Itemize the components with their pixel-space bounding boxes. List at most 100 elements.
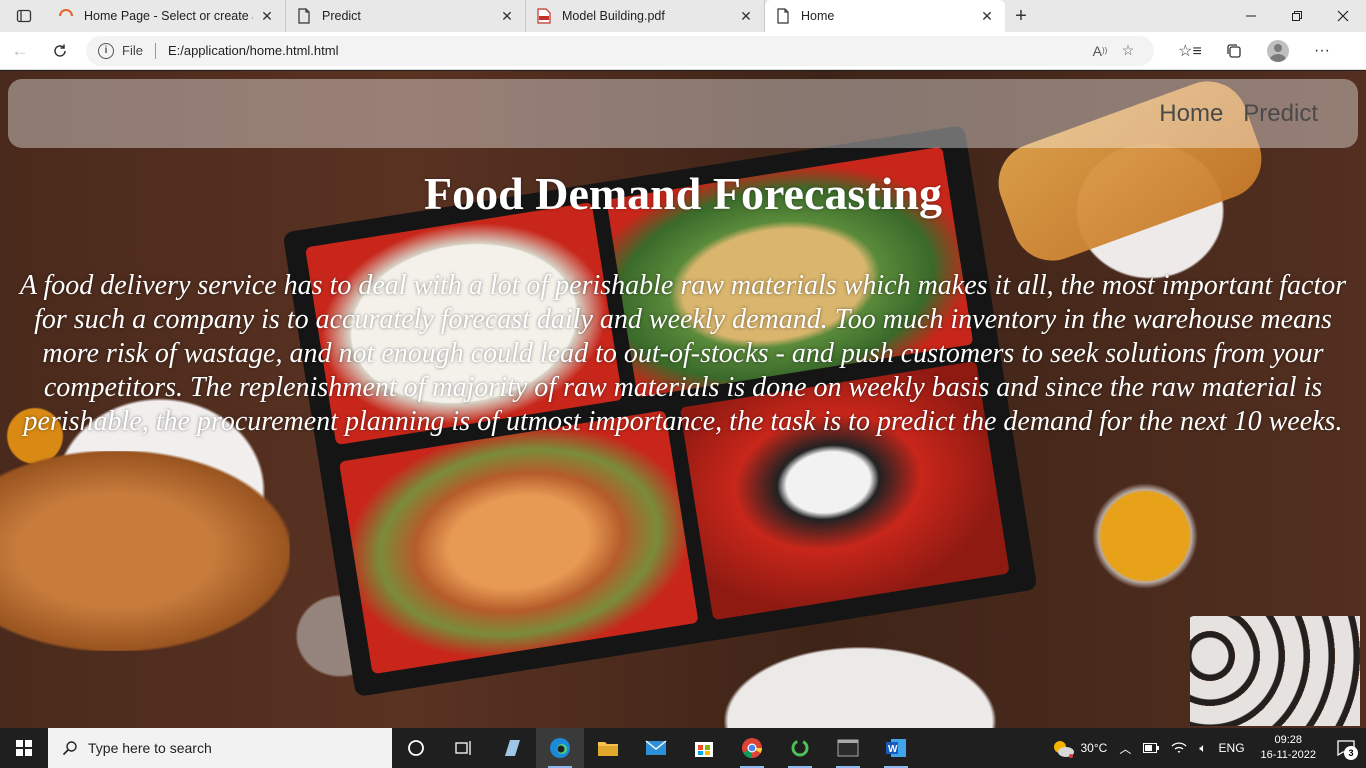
notes-app-icon bbox=[505, 740, 520, 756]
site-navbar: Home Predict bbox=[8, 79, 1358, 148]
search-placeholder: Type here to search bbox=[88, 740, 212, 756]
new-tab-button[interactable]: + bbox=[1005, 0, 1037, 32]
page-icon bbox=[775, 8, 791, 24]
tab-home[interactable]: Home ✕ bbox=[765, 0, 1005, 32]
collections-button[interactable] bbox=[1212, 32, 1256, 70]
tab-title: Model Building.pdf bbox=[562, 9, 665, 23]
store-icon bbox=[695, 742, 713, 757]
close-tab-icon[interactable]: ✕ bbox=[259, 8, 275, 24]
close-window-button[interactable] bbox=[1320, 0, 1366, 32]
scheme-label: File bbox=[122, 43, 143, 58]
input-language[interactable]: ENG bbox=[1213, 741, 1251, 755]
task-view-icon bbox=[455, 741, 471, 755]
taskbar-app-file-explorer[interactable] bbox=[584, 728, 632, 768]
chevron-up-icon: ︿ bbox=[1119, 741, 1132, 756]
profile-button[interactable] bbox=[1256, 32, 1300, 70]
cortana-icon bbox=[408, 740, 424, 756]
favorites-icon: ☆≡ bbox=[1178, 42, 1202, 60]
volume-indicator[interactable]: 🔈︎ bbox=[1193, 741, 1212, 756]
windows-taskbar: Type here to search W 30°C ︿ 🔈︎ ENG 09:2… bbox=[0, 728, 1366, 768]
close-icon bbox=[1337, 10, 1349, 22]
task-view-button[interactable] bbox=[440, 728, 488, 768]
wifi-icon bbox=[1171, 742, 1187, 753]
chrome-icon bbox=[742, 738, 763, 759]
system-tray: 30°C ︿ 🔈︎ ENG 09:28 16-11-2022 3 bbox=[1045, 728, 1366, 768]
refresh-button[interactable] bbox=[40, 32, 80, 70]
sushi-image bbox=[1190, 616, 1360, 726]
fried-chicken-image bbox=[0, 451, 290, 651]
taskbar-app-word[interactable]: W bbox=[872, 728, 920, 768]
close-tab-icon[interactable]: ✕ bbox=[738, 8, 754, 24]
browser-tab-bar: Home Page - Select or create a n ✕ Predi… bbox=[0, 0, 1366, 32]
tab-home-page[interactable]: Home Page - Select or create a n ✕ bbox=[48, 0, 286, 32]
mail-icon bbox=[645, 740, 667, 755]
settings-menu-button[interactable]: ··· bbox=[1300, 32, 1344, 70]
taskbar-app-refresh-tool[interactable] bbox=[776, 728, 824, 768]
search-icon bbox=[62, 741, 77, 756]
taskbar-search-box[interactable]: Type here to search bbox=[48, 728, 392, 768]
more-icon: ··· bbox=[1314, 41, 1330, 59]
notification-count-badge: 3 bbox=[1344, 746, 1358, 760]
collections-icon bbox=[1227, 43, 1241, 58]
tab-model-building-pdf[interactable]: Model Building.pdf ✕ bbox=[526, 0, 765, 32]
page-viewport: Home Predict Food Demand Forecasting A f… bbox=[0, 71, 1366, 728]
clock-time: 09:28 bbox=[1274, 734, 1303, 746]
tab-title: Home bbox=[801, 9, 835, 23]
address-toolbar: ← i File E:/application/home.html.html A… bbox=[0, 32, 1366, 70]
nav-home-link[interactable]: Home bbox=[1159, 100, 1223, 128]
tab-actions-icon bbox=[16, 9, 32, 23]
taskbar-app-notes[interactable] bbox=[488, 728, 536, 768]
loading-spinner-icon bbox=[58, 8, 74, 24]
close-tab-icon[interactable]: ✕ bbox=[979, 8, 995, 24]
pdf-icon bbox=[536, 8, 552, 24]
cortana-button[interactable] bbox=[392, 728, 440, 768]
speaker-icon: 🔈︎ bbox=[1199, 740, 1207, 755]
add-favorite-icon[interactable]: ☆ bbox=[1114, 42, 1142, 59]
weather-sun-cloud-icon bbox=[1053, 741, 1074, 758]
svg-text:W: W bbox=[888, 744, 898, 755]
tab-title: Home Page - Select or create a n bbox=[84, 9, 253, 23]
circular-arrows-icon bbox=[791, 739, 809, 757]
clock-date: 16-11-2022 bbox=[1260, 749, 1316, 761]
minimize-button[interactable] bbox=[1228, 0, 1274, 32]
notification-center-button[interactable]: 3 bbox=[1326, 728, 1366, 768]
taskbar-app-edge[interactable] bbox=[536, 728, 584, 768]
word-icon: W bbox=[886, 739, 906, 757]
close-tab-icon[interactable]: ✕ bbox=[499, 8, 515, 24]
terminal-icon bbox=[837, 739, 859, 757]
taskbar-app-chrome[interactable] bbox=[728, 728, 776, 768]
page-icon bbox=[296, 8, 312, 24]
restore-button[interactable] bbox=[1274, 0, 1320, 32]
browser-toolbar: ☆≡ ··· bbox=[1168, 32, 1344, 70]
address-bar[interactable]: i File E:/application/home.html.html A))… bbox=[86, 35, 1154, 66]
battery-indicator[interactable] bbox=[1137, 743, 1165, 753]
page-title: Food Demand Forecasting bbox=[424, 168, 942, 219]
taskbar-app-store[interactable] bbox=[680, 728, 728, 768]
nav-predict-link[interactable]: Predict bbox=[1243, 100, 1318, 128]
taskbar-app-mail[interactable] bbox=[632, 728, 680, 768]
favorites-button[interactable]: ☆≡ bbox=[1168, 32, 1212, 70]
weather-temperature: 30°C bbox=[1080, 741, 1108, 755]
url-text[interactable]: E:/application/home.html.html bbox=[168, 43, 1086, 58]
avatar bbox=[1267, 39, 1289, 62]
back-button[interactable]: ← bbox=[0, 32, 40, 70]
tab-actions-button[interactable] bbox=[0, 0, 48, 32]
weather-widget[interactable]: 30°C bbox=[1045, 738, 1114, 758]
battery-icon bbox=[1143, 743, 1160, 753]
tab-title: Predict bbox=[322, 9, 361, 23]
refresh-icon bbox=[54, 44, 66, 57]
plus-icon: + bbox=[1015, 4, 1027, 27]
network-indicator[interactable] bbox=[1165, 741, 1193, 755]
windows-logo-icon bbox=[16, 740, 32, 756]
tab-predict[interactable]: Predict ✕ bbox=[286, 0, 526, 32]
window-controls bbox=[1228, 0, 1366, 32]
taskbar-app-terminal[interactable] bbox=[824, 728, 872, 768]
read-aloud-icon[interactable]: A)) bbox=[1086, 43, 1114, 59]
address-separator bbox=[154, 42, 156, 59]
system-clock[interactable]: 09:28 16-11-2022 bbox=[1251, 733, 1326, 763]
start-button[interactable] bbox=[0, 728, 48, 768]
show-hidden-icons-button[interactable]: ︿ bbox=[1113, 740, 1137, 757]
folder-icon bbox=[598, 742, 618, 756]
back-arrow-icon: ← bbox=[11, 40, 29, 60]
info-icon[interactable]: i bbox=[98, 42, 114, 59]
